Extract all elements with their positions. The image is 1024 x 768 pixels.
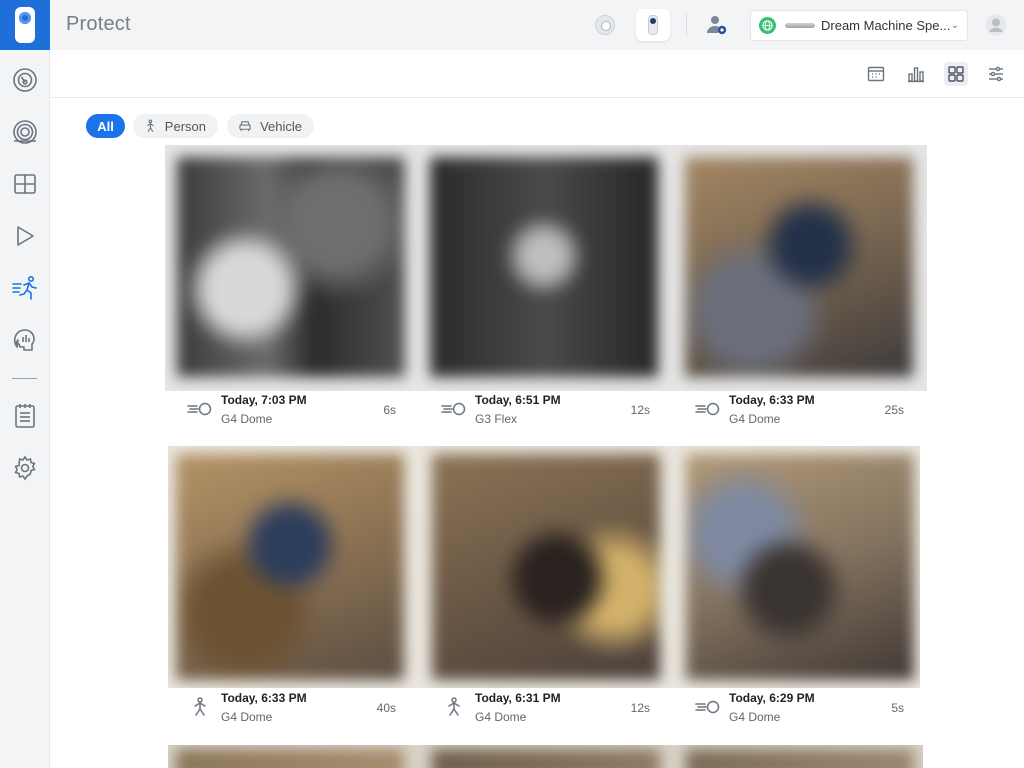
filter-sliders-icon[interactable]	[984, 62, 1008, 86]
speedometer-icon	[13, 68, 37, 92]
event-time: Today, 6:31 PM	[475, 691, 561, 705]
top-header: Protect Dream Machine Spe... ⌄	[0, 0, 1024, 50]
running-person-icon	[12, 275, 37, 300]
filter-vehicle[interactable]: Vehicle	[227, 114, 314, 138]
event-time: Today, 6:29 PM	[729, 691, 815, 705]
event-row-3-thumbs	[168, 745, 923, 768]
sidebar-item-devices[interactable]	[0, 112, 50, 152]
event-thumbnail[interactable]	[685, 157, 913, 377]
content-toolbar	[50, 50, 1024, 98]
grid-icon	[14, 174, 36, 194]
sidebar-item-smart[interactable]	[0, 320, 50, 360]
camera-logo-icon	[15, 7, 35, 43]
motion-icon	[695, 398, 721, 420]
app-title: Protect	[66, 13, 131, 35]
filter-person[interactable]: Person	[133, 114, 218, 138]
head-icon	[13, 329, 35, 351]
protect-logo[interactable]	[0, 0, 50, 50]
sidebar-item-liveview[interactable]	[0, 164, 50, 204]
event-thumbnail[interactable]	[176, 749, 404, 768]
sidebar-item-timelapse[interactable]	[0, 216, 50, 256]
event-thumbnail[interactable]	[432, 454, 660, 680]
user-avatar-icon[interactable]	[984, 13, 1008, 37]
camera-lens-icon	[13, 120, 37, 144]
globe-icon	[759, 17, 776, 34]
event-thumbnail[interactable]	[432, 749, 660, 768]
event-duration: 5s	[891, 701, 904, 715]
event-camera: G4 Dome	[475, 710, 527, 724]
filter-person-label: Person	[164, 118, 206, 134]
car-icon	[239, 121, 251, 132]
event-duration: 40s	[376, 701, 396, 715]
event-thumbnail[interactable]	[430, 157, 658, 377]
calendar-icon[interactable]	[864, 62, 888, 86]
filter-all[interactable]: All	[86, 114, 125, 138]
filter-vehicle-label: Vehicle	[260, 118, 302, 134]
notepad-icon	[15, 404, 35, 428]
event-thumbnail[interactable]	[686, 749, 914, 768]
header-divider	[686, 14, 687, 36]
motion-icon	[695, 696, 721, 718]
g4-camera-icon[interactable]	[636, 9, 670, 41]
event-time: Today, 6:33 PM	[729, 393, 815, 407]
console-name: Dream Machine Spe...	[821, 18, 951, 33]
event-thumbnail[interactable]	[177, 157, 405, 377]
sidebar-item-dashboard[interactable]	[0, 60, 50, 100]
sidebar-item-logs[interactable]	[0, 396, 50, 436]
console-selector[interactable]: Dream Machine Spe... ⌄	[750, 10, 968, 41]
console-device-icon	[785, 23, 815, 28]
sidebar-divider	[12, 378, 37, 379]
event-time: Today, 6:33 PM	[221, 691, 307, 705]
dome-camera-icon[interactable]	[592, 12, 618, 38]
event-row-1-thumbs	[165, 145, 927, 391]
grid-view-icon[interactable]	[944, 62, 968, 86]
event-duration: 12s	[630, 701, 650, 715]
admin-settings-icon[interactable]	[704, 12, 730, 38]
person-icon	[441, 696, 467, 718]
left-sidebar	[0, 50, 50, 768]
event-camera: G4 Dome	[729, 412, 781, 426]
event-thumbnail[interactable]	[686, 454, 914, 680]
chevron-down-icon: ⌄	[950, 20, 959, 31]
event-duration: 12s	[630, 403, 650, 417]
motion-icon	[441, 398, 467, 420]
event-time: Today, 6:51 PM	[475, 393, 561, 407]
person-icon	[187, 696, 213, 718]
event-duration: 25s	[884, 403, 904, 417]
sidebar-item-settings[interactable]	[0, 448, 50, 488]
motion-icon	[187, 398, 213, 420]
event-row-2-thumbs	[168, 446, 920, 688]
event-camera: G3 Flex	[475, 412, 518, 426]
event-duration: 6s	[383, 403, 396, 417]
event-camera: G4 Dome	[729, 710, 781, 724]
sidebar-item-detections[interactable]	[0, 268, 50, 308]
event-camera: G4 Dome	[221, 710, 273, 724]
bar-chart-icon[interactable]	[904, 62, 928, 86]
play-icon	[17, 226, 34, 246]
person-walking-icon	[147, 119, 154, 132]
gear-icon	[14, 455, 36, 481]
event-time: Today, 7:03 PM	[221, 393, 307, 407]
event-camera: G4 Dome	[221, 412, 273, 426]
event-thumbnail[interactable]	[176, 454, 404, 680]
